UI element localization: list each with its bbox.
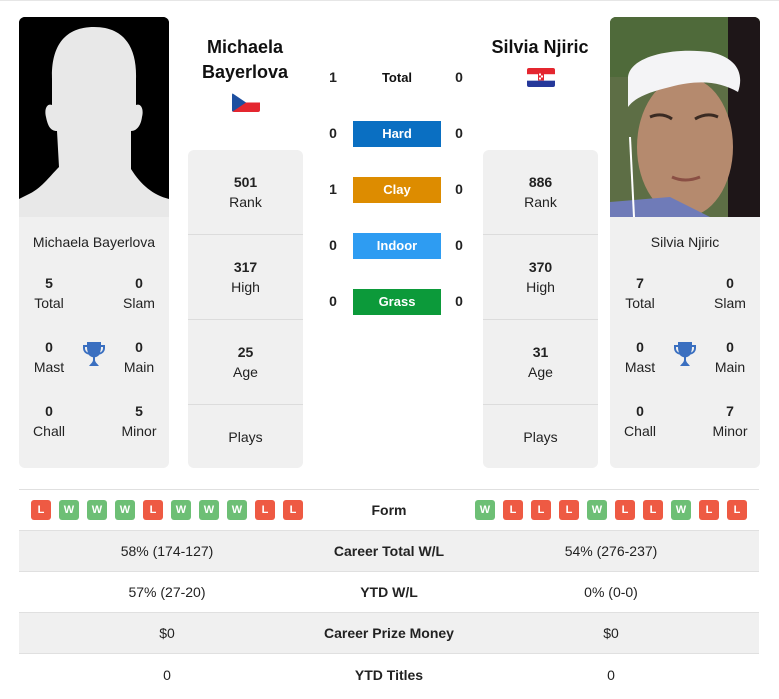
left-value: $0: [159, 625, 175, 641]
right-value: 0% (0-0): [584, 584, 638, 600]
right-titles-total: 7 Total: [625, 275, 655, 311]
form-loss-badge[interactable]: L: [283, 500, 303, 520]
right-value: 54% (276-237): [564, 543, 658, 559]
form-win-badge[interactable]: W: [475, 500, 495, 520]
form-loss-badge[interactable]: L: [699, 500, 719, 520]
h2h-hard-row: 0 Hard 0: [318, 121, 476, 147]
right-rank: 886 Rank: [483, 150, 598, 235]
table-row: $0 Career Prize Money $0: [19, 613, 759, 654]
left-titles-mast: 0 Mast: [33, 339, 65, 375]
player-photo-image: [610, 17, 760, 217]
left-rank: 501 Rank: [188, 150, 303, 235]
form-loss-badge[interactable]: L: [615, 500, 635, 520]
h2h-clay-row: 1 Clay 0: [318, 177, 476, 203]
right-player-name: Silvia Njiric: [650, 234, 720, 250]
form-loss-badge[interactable]: L: [255, 500, 275, 520]
left-player-name: Michaela Bayerlova: [32, 234, 156, 250]
right-age: 31 Age: [483, 320, 598, 405]
left-player-card: Michaela Bayerlova 5 Total 0 Slam 0 Mast 0M…: [19, 17, 169, 468]
form-loss-badge[interactable]: L: [503, 500, 523, 520]
form-loss-badge[interactable]: L: [31, 500, 51, 520]
surface-indoor-badge[interactable]: Indoor: [353, 233, 441, 259]
form-win-badge[interactable]: W: [227, 500, 247, 520]
h2h-indoor-row: 0 Indoor 0: [318, 233, 476, 259]
left-player-photo: [19, 17, 169, 217]
left-titles-slam: 0 Slam: [123, 275, 155, 311]
croatia-flag-icon: [527, 68, 555, 87]
left-high: 317 High: [188, 235, 303, 320]
left-value: 57% (27-20): [128, 584, 206, 600]
form-label: Form: [371, 502, 407, 518]
trophy-icon: [674, 342, 696, 366]
left-stats-column: 501 Rank 317 High 25 Age Plays: [188, 150, 303, 468]
silhouette-icon: [19, 17, 169, 217]
right-titles-chall: 0 Chall: [624, 403, 656, 439]
left-form-badges: LWWWLWWWLL: [19, 500, 315, 520]
form-loss-badge[interactable]: L: [643, 500, 663, 520]
left-value: 0: [163, 666, 171, 683]
right-player-photo: [610, 17, 760, 217]
form-loss-badge[interactable]: L: [559, 500, 579, 520]
table-row: 58% (174-127) Career Total W/L 54% (276-…: [19, 531, 759, 572]
h2h-total-label: Total: [381, 70, 413, 85]
left-titles-total: 5 Total: [34, 275, 64, 311]
form-loss-badge[interactable]: L: [727, 500, 747, 520]
table-row: 0 YTD Titles 0: [19, 654, 759, 695]
form-win-badge[interactable]: W: [587, 500, 607, 520]
form-loss-badge[interactable]: L: [531, 500, 551, 520]
comparison-table: LWWWLWWWLL Form WLLLWLLWLL 58% (174-127)…: [19, 489, 759, 695]
table-row: 57% (27-20) YTD W/L 0% (0-0): [19, 572, 759, 613]
row-label: Career Total W/L: [333, 543, 445, 559]
left-plays: Plays: [228, 428, 263, 445]
left-player-heading[interactable]: Michaela Bayerlova: [186, 35, 304, 85]
trophy-icon: [83, 342, 105, 366]
right-titles-mast: 0 Mast: [624, 339, 656, 375]
left-titles-main: 0 Main: [123, 339, 155, 375]
czech-republic-flag-icon: [232, 93, 260, 112]
surface-hard-badge[interactable]: Hard: [353, 121, 441, 147]
form-win-badge[interactable]: W: [59, 500, 79, 520]
row-label: Career Prize Money: [324, 625, 454, 641]
right-value: 0: [607, 666, 615, 683]
form-win-badge[interactable]: W: [171, 500, 191, 520]
right-titles-slam: 0 Slam: [714, 275, 746, 311]
top-divider: [0, 0, 779, 1]
right-form-badges: WLLLWLLWLL: [463, 500, 759, 520]
right-stats-column: 886 Rank 370 High 31 Age Plays: [483, 150, 598, 468]
right-player-heading[interactable]: Silvia Njiric: [480, 35, 600, 60]
form-win-badge[interactable]: W: [87, 500, 107, 520]
form-win-badge[interactable]: W: [115, 500, 135, 520]
left-value: 58% (174-127): [120, 543, 214, 559]
left-titles-grid: 5 Total 0 Slam 0 Mast 0 Main 0 Chall 5 Minor: [19, 273, 169, 463]
h2h-grass-row: 0 Grass 0: [318, 289, 476, 315]
right-value: $0: [603, 625, 619, 641]
left-titles-chall: 0 Chall: [33, 403, 65, 439]
left-age: 25 Age: [188, 320, 303, 405]
row-label: YTD W/L: [360, 584, 418, 600]
form-row: LWWWLWWWLL Form WLLLWLLWLL: [19, 490, 759, 531]
surface-grass-badge[interactable]: Grass: [353, 289, 441, 315]
form-loss-badge[interactable]: L: [143, 500, 163, 520]
h2h-total-row: 1 Total 0: [318, 65, 476, 91]
form-win-badge[interactable]: W: [199, 500, 219, 520]
right-titles-main: 0 Main: [714, 339, 746, 375]
right-titles-minor: 7 Minor: [712, 403, 748, 439]
form-win-badge[interactable]: W: [671, 500, 691, 520]
left-titles-minor: 5 Minor: [121, 403, 157, 439]
surface-clay-badge[interactable]: Clay: [353, 177, 441, 203]
right-player-card: Silvia Njiric 7 Total 0 Slam 0 Mast 0 Main 0…: [610, 17, 760, 468]
right-high: 370 High: [483, 235, 598, 320]
right-plays: Plays: [523, 428, 558, 445]
row-label: YTD Titles: [354, 666, 424, 683]
right-titles-grid: 7 Total 0 Slam 0 Mast 0 Main 0 Chall 7 Minor: [610, 273, 760, 463]
